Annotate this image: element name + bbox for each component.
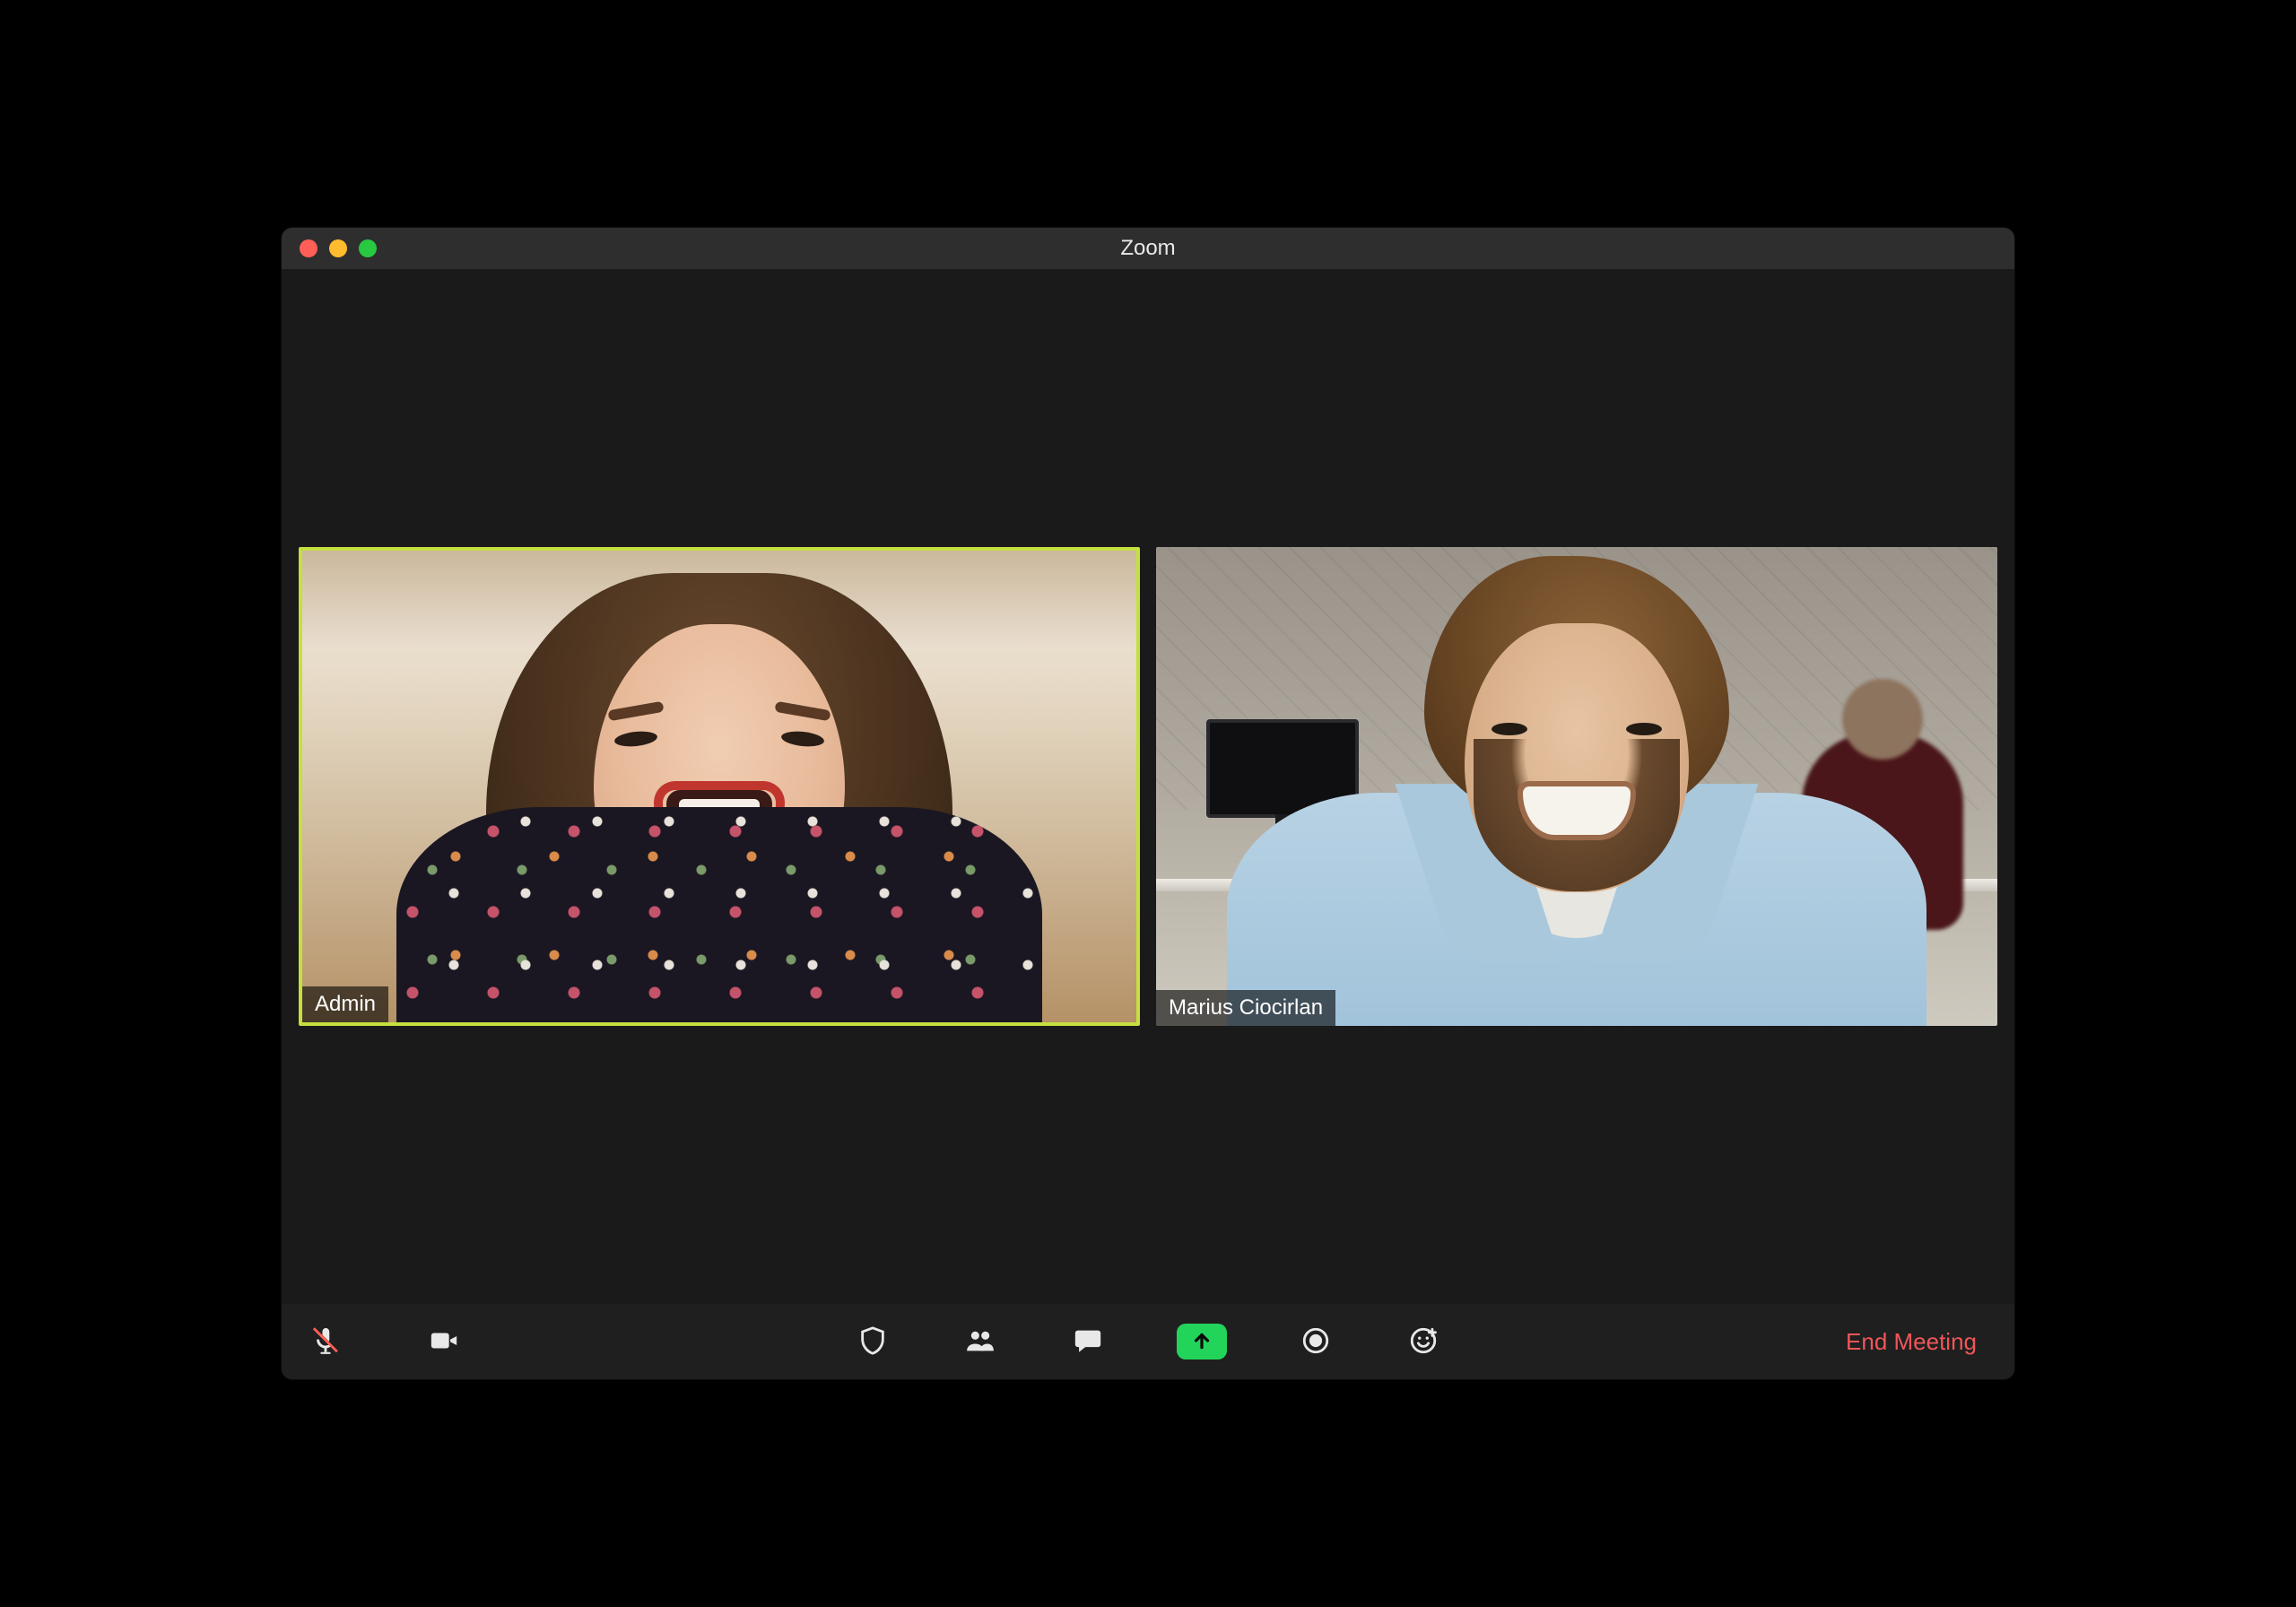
reactions-icon [1408,1325,1439,1359]
toolbar-center-group [854,1323,1442,1360]
video-camera-icon [429,1325,459,1359]
meeting-toolbar: End Meeting [282,1304,2014,1379]
mute-button[interactable] [307,1323,344,1360]
video-feed [1156,547,1997,1026]
chat-button[interactable] [1069,1323,1107,1360]
video-tile-1[interactable]: Admin [299,547,1140,1026]
reactions-button[interactable] [1405,1323,1442,1360]
video-button[interactable] [425,1323,463,1360]
zoom-window: Zoom Admin [282,228,2014,1379]
traffic-lights [282,239,377,257]
people-icon [965,1325,996,1359]
window-title: Zoom [1120,236,1175,261]
video-feed [302,551,1136,1022]
share-screen-button[interactable] [1177,1324,1227,1359]
participant-name-badge: Marius Ciocirlan [1156,990,1335,1026]
record-icon [1300,1325,1331,1359]
close-window-button[interactable] [300,239,317,257]
titlebar: Zoom [282,228,2014,269]
shield-icon [857,1325,888,1359]
participant-name-badge: Admin [302,986,388,1022]
toolbar-left-group [307,1323,463,1360]
video-tile-2[interactable]: Marius Ciocirlan [1156,547,1997,1026]
toolbar-right-group: End Meeting [1833,1321,1989,1363]
minimize-window-button[interactable] [329,239,347,257]
security-button[interactable] [854,1323,891,1360]
video-grid: Admin Marius Ciocirlan [282,269,2014,1304]
end-meeting-button[interactable]: End Meeting [1833,1321,1989,1363]
share-screen-icon [1190,1329,1213,1355]
record-button[interactable] [1297,1323,1335,1360]
participants-button[interactable] [961,1323,999,1360]
microphone-muted-icon [310,1325,341,1359]
chat-bubble-icon [1073,1325,1103,1359]
fullscreen-window-button[interactable] [359,239,377,257]
